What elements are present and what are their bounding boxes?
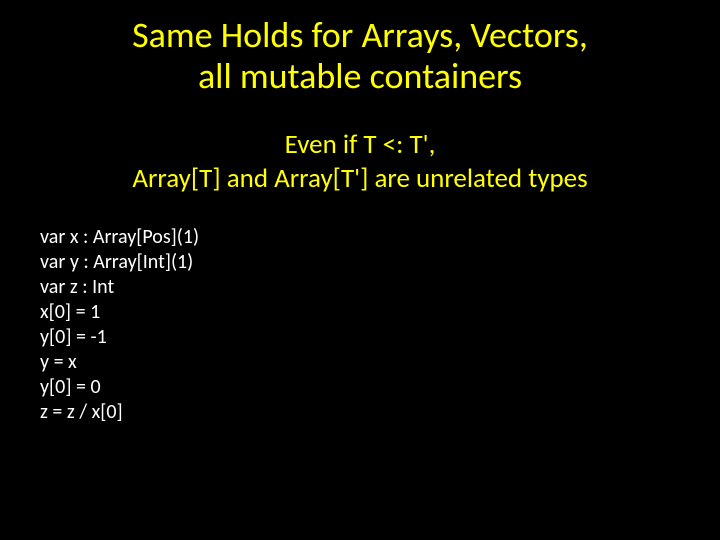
code-line: y[0] = -1 bbox=[40, 325, 685, 350]
code-line: var z : Int bbox=[40, 275, 685, 300]
subtitle-line-1: Even if T <: T', bbox=[285, 128, 436, 161]
subtitle-line-2: Array[T] and Array[T'] are unrelated typ… bbox=[132, 162, 587, 195]
code-line: z = z / x[0] bbox=[40, 400, 685, 425]
code-block: var x : Array[Pos](1) var y : Array[Int]… bbox=[40, 225, 685, 425]
code-line: var y : Array[Int](1) bbox=[40, 250, 685, 275]
title-line-2: all mutable containers bbox=[198, 54, 522, 98]
slide-subtitle: Even if T <: T', Array[T] and Array[T'] … bbox=[35, 128, 685, 196]
code-line: x[0] = 1 bbox=[40, 300, 685, 325]
code-line: y[0] = 0 bbox=[40, 375, 685, 400]
slide-title: Same Holds for Arrays, Vectors, all muta… bbox=[35, 15, 685, 98]
code-line: y = x bbox=[40, 350, 685, 375]
code-line: var x : Array[Pos](1) bbox=[40, 225, 685, 250]
title-line-1: Same Holds for Arrays, Vectors, bbox=[132, 13, 588, 57]
slide-container: Same Holds for Arrays, Vectors, all muta… bbox=[0, 0, 720, 540]
